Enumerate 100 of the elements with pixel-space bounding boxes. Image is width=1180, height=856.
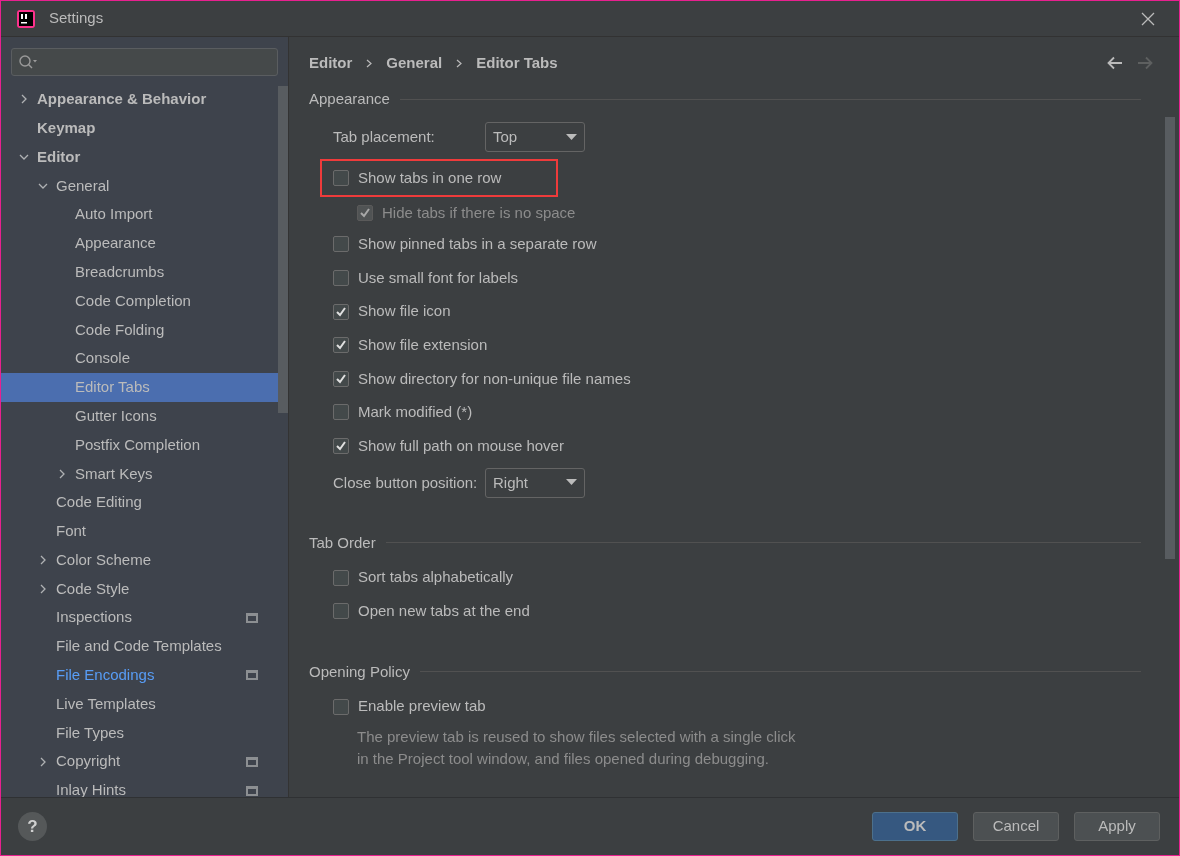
tree-item[interactable]: General bbox=[1, 171, 278, 201]
tree-item-label: Appearance & Behavior bbox=[37, 89, 207, 110]
checkbox[interactable] bbox=[333, 337, 349, 354]
tree-item-label: Font bbox=[56, 521, 86, 542]
tree-item[interactable]: Breadcrumbs bbox=[1, 257, 278, 287]
tree-item[interactable]: Appearance & Behavior bbox=[1, 85, 278, 114]
tree-item-label: File Types bbox=[56, 722, 125, 743]
tree-item-label: Code Folding bbox=[75, 319, 165, 340]
tree-item[interactable]: Code Style bbox=[1, 574, 278, 604]
tree-item-label: Code Editing bbox=[56, 492, 142, 513]
checkbox[interactable] bbox=[333, 569, 349, 586]
field-label: Close button position: bbox=[333, 472, 476, 493]
breadcrumb[interactable]: Editor Tabs bbox=[476, 51, 558, 75]
search-field[interactable] bbox=[11, 48, 278, 76]
app-logo-icon bbox=[16, 8, 36, 29]
tree-item-label: General bbox=[56, 175, 110, 196]
tree-item[interactable]: Auto Import bbox=[1, 200, 278, 229]
breadcrumb-separator-icon bbox=[456, 58, 463, 68]
tree-item[interactable]: Inspections bbox=[1, 603, 278, 633]
dialog-button[interactable]: Apply bbox=[1074, 812, 1160, 841]
tree-item[interactable]: Postfix Completion bbox=[1, 430, 278, 460]
checkbox-label: Show pinned tabs in a separate row bbox=[358, 234, 597, 255]
close-icon[interactable] bbox=[1141, 11, 1155, 26]
tree-item-label: Code Completion bbox=[75, 290, 191, 311]
checkbox[interactable] bbox=[333, 169, 349, 186]
dialog-button[interactable]: Cancel bbox=[973, 812, 1059, 841]
help-button[interactable]: ? bbox=[18, 812, 47, 841]
tree-item-label: Live Templates bbox=[56, 693, 156, 714]
tree-item-label: Color Scheme bbox=[56, 549, 152, 570]
window-title: Settings bbox=[49, 8, 104, 29]
tree-item[interactable]: Code Folding bbox=[1, 315, 278, 345]
dropdown[interactable]: Right bbox=[485, 467, 585, 498]
dropdown[interactable]: Top bbox=[485, 122, 585, 152]
tree-item[interactable]: Font bbox=[1, 516, 278, 546]
tree-item[interactable]: Live Templates bbox=[1, 689, 278, 719]
checkbox[interactable] bbox=[333, 698, 349, 715]
checkmark-icon bbox=[335, 439, 347, 452]
checkbox-label: Use small font for labels bbox=[358, 267, 519, 288]
tree-item-label: Appearance bbox=[75, 233, 156, 254]
tree-item[interactable]: Copyright bbox=[1, 747, 278, 777]
breadcrumb[interactable]: Editor bbox=[309, 51, 353, 75]
tree-item[interactable]: File Encodings bbox=[1, 660, 278, 690]
checkbox[interactable] bbox=[333, 303, 349, 320]
caret-down-icon bbox=[566, 133, 577, 141]
chevron-right-icon[interactable] bbox=[38, 555, 48, 566]
tree-item-label: Inspections bbox=[56, 607, 132, 628]
tree-item[interactable]: Keymap bbox=[1, 113, 278, 143]
back-arrow-icon[interactable] bbox=[1107, 56, 1123, 70]
breadcrumb-separator-icon bbox=[366, 58, 373, 68]
checkbox[interactable] bbox=[333, 270, 349, 286]
tree-item-label: Gutter Icons bbox=[75, 405, 157, 426]
checkbox[interactable] bbox=[333, 404, 349, 421]
tree-item[interactable]: Code Completion bbox=[1, 286, 278, 316]
caret-down-icon bbox=[566, 479, 577, 487]
scrollbar-thumb[interactable] bbox=[1165, 117, 1175, 559]
checkbox[interactable] bbox=[333, 236, 349, 253]
checkbox-label: Show file icon bbox=[358, 301, 451, 322]
tree-item[interactable]: Editor Tabs bbox=[1, 372, 278, 402]
section-title: Tab Order bbox=[309, 532, 376, 553]
chevron-down-icon[interactable] bbox=[19, 152, 29, 162]
checkmark-icon bbox=[359, 207, 371, 220]
checkbox[interactable] bbox=[333, 437, 349, 454]
tree-item[interactable]: Appearance bbox=[1, 229, 278, 258]
checkbox-label: Show file extension bbox=[358, 334, 488, 355]
chevron-right-icon[interactable] bbox=[57, 468, 67, 479]
tree-item-label: Postfix Completion bbox=[75, 434, 201, 455]
tree-item[interactable]: Smart Keys bbox=[1, 459, 278, 489]
checkbox[interactable] bbox=[333, 370, 349, 387]
tree-item[interactable]: Editor bbox=[1, 142, 278, 172]
checkmark-icon bbox=[335, 305, 347, 318]
section-title: Appearance bbox=[309, 89, 390, 109]
tree-item-label: Breadcrumbs bbox=[75, 261, 165, 282]
chevron-right-icon[interactable] bbox=[38, 756, 48, 767]
tree-item-label: Copyright bbox=[56, 751, 121, 772]
dialog-button[interactable]: OK bbox=[872, 812, 958, 841]
checkbox-label: Show full path on mouse hover bbox=[358, 435, 564, 456]
tree-item[interactable]: File and Code Templates bbox=[1, 632, 278, 661]
checkbox[interactable] bbox=[333, 603, 349, 620]
description-text: in the Project tool window, and files opened during debugging. bbox=[357, 748, 770, 769]
tree-item-label: Code Style bbox=[56, 578, 130, 599]
tree-item-label: Console bbox=[75, 348, 131, 369]
scrollbar-thumb[interactable] bbox=[278, 86, 288, 413]
tree-item[interactable]: File Types bbox=[1, 718, 278, 748]
tree-item-label: Editor Tabs bbox=[75, 377, 150, 398]
tree-item-label: Auto Import bbox=[75, 204, 153, 225]
tree-item[interactable]: Console bbox=[1, 344, 278, 373]
breadcrumb[interactable]: General bbox=[386, 51, 443, 75]
tree-item[interactable]: Code Editing bbox=[1, 488, 278, 517]
field-label: Tab placement: bbox=[333, 126, 436, 147]
tree-item-label: Keymap bbox=[37, 117, 96, 138]
tree-item-label: Smart Keys bbox=[75, 463, 153, 484]
chevron-right-icon[interactable] bbox=[38, 583, 48, 594]
checkbox-label: Hide tabs if there is no space bbox=[382, 202, 576, 223]
checkbox-label: Open new tabs at the end bbox=[358, 600, 530, 621]
checkbox-label: Show directory for non-unique file names bbox=[358, 368, 631, 389]
checkbox-label: Show tabs in one row bbox=[358, 167, 502, 188]
tree-item[interactable]: Color Scheme bbox=[1, 545, 278, 575]
tree-item[interactable]: Gutter Icons bbox=[1, 401, 278, 431]
chevron-right-icon[interactable] bbox=[19, 94, 29, 105]
checkmark-icon bbox=[335, 372, 347, 385]
